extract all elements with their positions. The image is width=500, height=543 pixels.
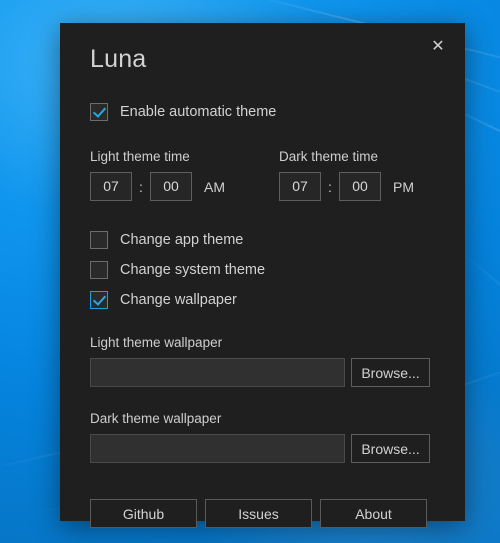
- dark-theme-minute-input[interactable]: 00: [339, 172, 381, 201]
- dark-theme-wallpaper-label: Dark theme wallpaper: [90, 411, 222, 426]
- issues-button[interactable]: Issues: [205, 499, 312, 528]
- about-button[interactable]: About: [320, 499, 427, 528]
- github-button[interactable]: Github: [90, 499, 197, 528]
- change-system-theme-checkbox[interactable]: [90, 261, 108, 279]
- light-theme-wallpaper-picker: Browse...: [90, 358, 435, 387]
- dark-theme-time-label: Dark theme time: [279, 149, 379, 164]
- change-app-theme-checkbox[interactable]: [90, 231, 108, 249]
- enable-automatic-theme-label: Enable automatic theme: [120, 104, 277, 120]
- light-theme-minute-input[interactable]: 00: [150, 172, 192, 201]
- light-theme-wallpaper-block: Light theme wallpaper Browse...: [90, 335, 435, 387]
- page-title: Luna: [90, 45, 147, 73]
- dark-theme-hour-input[interactable]: 07: [279, 172, 321, 201]
- light-theme-hour-input[interactable]: 07: [90, 172, 132, 201]
- dark-theme-time-group: Dark theme time 07 : 00 PM: [279, 149, 414, 201]
- close-icon[interactable]: ✕: [421, 33, 455, 61]
- change-system-theme-row[interactable]: Change system theme: [90, 259, 435, 281]
- change-system-theme-label: Change system theme: [120, 262, 266, 278]
- light-theme-wallpaper-input[interactable]: [90, 358, 345, 387]
- footer-button-row: Github Issues About: [90, 499, 435, 528]
- light-theme-time-group: Light theme time 07 : 00 AM: [90, 149, 225, 201]
- change-wallpaper-label: Change wallpaper: [120, 292, 237, 308]
- settings-content: Enable automatic theme Light theme time …: [60, 101, 465, 528]
- dark-theme-wallpaper-picker: Browse...: [90, 434, 435, 463]
- dark-theme-wallpaper-input[interactable]: [90, 434, 345, 463]
- enable-automatic-theme-row[interactable]: Enable automatic theme: [90, 101, 435, 123]
- light-theme-time-row: 07 : 00 AM: [90, 172, 225, 201]
- luna-app-window: Luna ✕ Enable automatic theme Light them…: [60, 23, 465, 528]
- light-theme-time-separator: :: [139, 178, 143, 195]
- theme-time-section: Light theme time 07 : 00 AM Dark theme t…: [90, 149, 435, 201]
- change-app-theme-row[interactable]: Change app theme: [90, 229, 435, 251]
- dark-theme-wallpaper-browse-button[interactable]: Browse...: [351, 434, 430, 463]
- light-theme-meridiem[interactable]: AM: [204, 179, 225, 195]
- dark-theme-wallpaper-block: Dark theme wallpaper Browse...: [90, 411, 435, 463]
- theme-options-group: Change app theme Change system theme Cha…: [90, 229, 435, 311]
- light-theme-wallpaper-label: Light theme wallpaper: [90, 335, 223, 350]
- change-app-theme-label: Change app theme: [120, 232, 244, 248]
- change-wallpaper-row[interactable]: Change wallpaper: [90, 289, 435, 311]
- wallpaper-light-streak: [459, 250, 500, 329]
- dark-theme-meridiem[interactable]: PM: [393, 179, 414, 195]
- enable-automatic-theme-checkbox[interactable]: [90, 103, 108, 121]
- light-theme-wallpaper-browse-button[interactable]: Browse...: [351, 358, 430, 387]
- dark-theme-time-row: 07 : 00 PM: [279, 172, 414, 201]
- dark-theme-time-separator: :: [328, 178, 332, 195]
- light-theme-time-label: Light theme time: [90, 149, 190, 164]
- title-bar: Luna ✕: [60, 23, 465, 79]
- change-wallpaper-checkbox[interactable]: [90, 291, 108, 309]
